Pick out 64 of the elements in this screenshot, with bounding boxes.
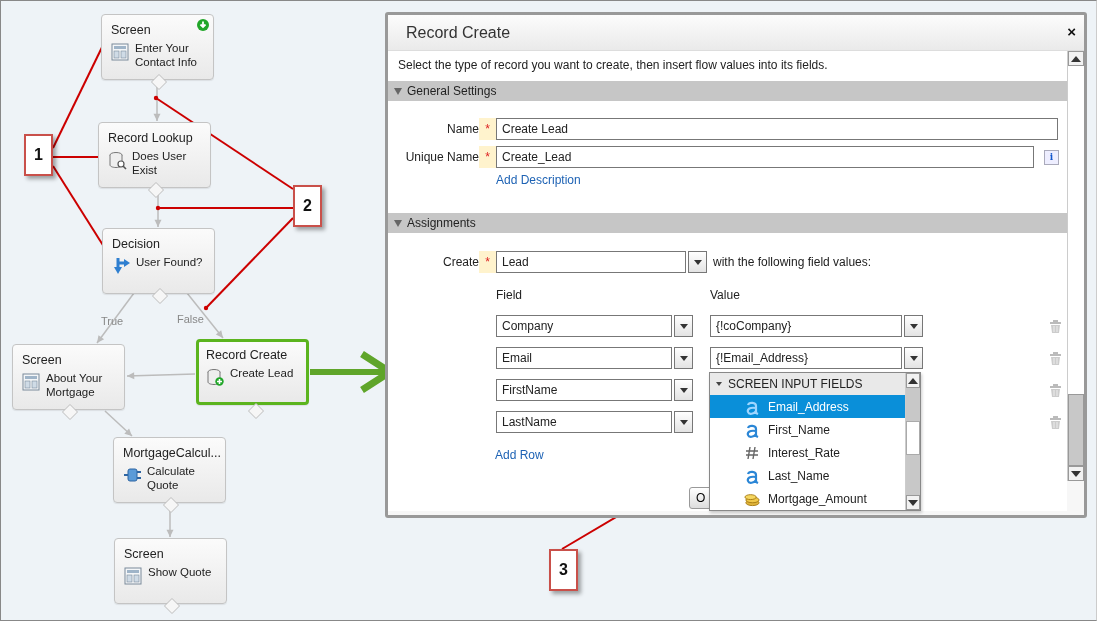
- item-label: Interest_Rate: [768, 444, 841, 462]
- object-select[interactable]: Lead: [496, 251, 686, 273]
- dropdown-item[interactable]: Last_Name: [710, 464, 905, 487]
- group-header: SCREEN INPUT FIELDS: [728, 376, 863, 393]
- node-type: Screen: [111, 23, 152, 38]
- field-label: Name: [446, 121, 479, 138]
- helper-text: with the following field values:: [713, 254, 872, 271]
- callout-number: 1: [24, 134, 53, 176]
- field-select[interactable]: Company: [496, 315, 672, 337]
- add-row-link[interactable]: Add Row: [495, 448, 544, 462]
- dropdown-item[interactable]: Email_Address: [710, 395, 905, 418]
- item-label: Email_Address: [768, 398, 849, 416]
- node-label: Show Quote: [148, 565, 212, 580]
- field-label: Create: [441, 254, 479, 271]
- item-label: Last_Name: [768, 467, 830, 485]
- value-field[interactable]: {!Email_Address}: [710, 347, 902, 369]
- node-type: Decision: [112, 237, 161, 252]
- field-select[interactable]: FirstName: [496, 379, 672, 401]
- dropdown-item[interactable]: Interest_Rate: [710, 441, 905, 464]
- dialog-title: Record Create: [406, 22, 511, 43]
- flow-node[interactable]: Record Create Create Lead: [196, 339, 309, 405]
- field-label: Unique Name: [404, 149, 479, 166]
- section-title: Assignments: [407, 215, 476, 232]
- callout-number: 3: [549, 549, 578, 591]
- close-button[interactable]: ×: [1067, 21, 1076, 44]
- node-type: Record Lookup: [108, 131, 194, 146]
- branch-label: True: [101, 314, 124, 329]
- intro-text: Select the type of record you want to create, then insert flow values into its fields.: [397, 57, 829, 74]
- callout-number: 2: [293, 185, 322, 227]
- value-field[interactable]: {!coCompany}: [710, 315, 902, 337]
- node-label: Does User Exist: [132, 149, 188, 177]
- flow-node[interactable]: Decision User Found?: [102, 228, 215, 294]
- required-mark: *: [479, 250, 496, 274]
- required-mark: *: [479, 145, 496, 169]
- column-header: Field: [496, 287, 523, 304]
- node-type: Record Create: [206, 348, 289, 363]
- node-type: Screen: [22, 353, 63, 368]
- info-button[interactable]: i: [1044, 149, 1059, 165]
- field-select[interactable]: Email: [496, 347, 672, 369]
- unique-name-field[interactable]: Create_Lead: [496, 146, 1034, 168]
- dropdown-item[interactable]: First_Name: [710, 418, 905, 441]
- flow-node[interactable]: Screen About Your Mortgage: [12, 344, 125, 410]
- node-label: User Found?: [136, 255, 203, 270]
- node-label: About Your Mortgage: [46, 371, 104, 399]
- flow-node[interactable]: Screen Show Quote: [114, 538, 227, 604]
- node-label: Enter Your Contact Info: [135, 41, 198, 69]
- node-label: Create Lead: [230, 366, 294, 381]
- column-header: Value: [710, 287, 740, 304]
- node-label: Calculate Quote: [147, 464, 196, 492]
- section-header[interactable]: General Settings: [388, 81, 1067, 101]
- field-select[interactable]: LastName: [496, 411, 672, 433]
- section-header[interactable]: Assignments: [388, 213, 1067, 233]
- required-mark: *: [479, 117, 496, 141]
- flow-node[interactable]: MortgageCalcul... Calculate Quote: [113, 437, 226, 503]
- flow-node[interactable]: Record Lookup Does User Exist: [98, 122, 211, 188]
- flow-node[interactable]: Screen Enter Your Contact Info: [101, 14, 214, 80]
- add-description-link[interactable]: Add Description: [496, 173, 581, 187]
- item-label: Mortgage_Amount: [768, 490, 867, 508]
- dropdown-item[interactable]: Mortgage_Amount: [710, 487, 905, 510]
- node-type: Screen: [124, 547, 165, 562]
- section-title: General Settings: [407, 83, 497, 100]
- item-label: First_Name: [768, 421, 830, 439]
- branch-label: False: [177, 312, 204, 327]
- name-field[interactable]: Create Lead: [496, 118, 1058, 140]
